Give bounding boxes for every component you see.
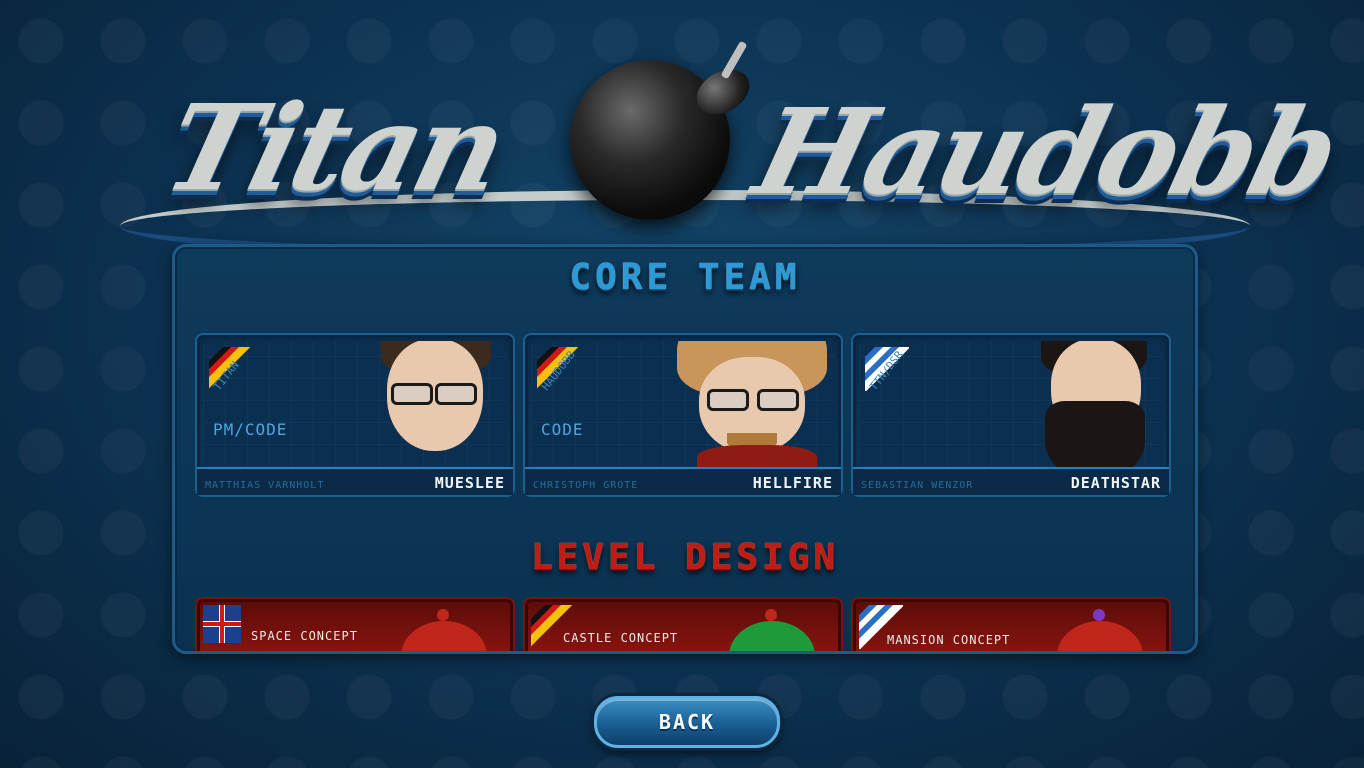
uk-flag-icon: [203, 605, 241, 643]
member-role: CODE: [541, 420, 584, 439]
avatar: [1035, 341, 1155, 467]
level-concept-label: MANSION CONCEPT: [887, 633, 1011, 647]
credits-panel[interactable]: CORE TEAM TITAN PM/CODE MATTHIAS VARNHOL…: [172, 244, 1198, 654]
helmet-knob-icon: [1093, 609, 1105, 621]
avatar: [373, 341, 493, 467]
card-background: HAUDOBB CODE: [531, 341, 835, 467]
level-design-card: SPACE CONCEPT: [195, 597, 515, 651]
helmet-icon: [401, 621, 487, 651]
card-namebar: CHRISTOPH GROTE HELLFIRE: [525, 467, 841, 495]
member-real-name: MATTHIAS VARNHOLT: [205, 480, 325, 491]
avatar: [677, 341, 827, 467]
member-role: PM/CODE: [213, 420, 288, 439]
logo-right-word: Haudobb: [742, 82, 1350, 221]
helmet-icon: [729, 621, 815, 651]
team-member-card: TITAN PM/CODE MATTHIAS VARNHOLT MUESLEE: [195, 333, 515, 497]
card-namebar: MATTHIAS VARNHOLT MUESLEE: [197, 467, 513, 495]
card-background: TITAN PM/CODE: [203, 341, 507, 467]
level-design-title: LEVEL DESIGN: [530, 537, 840, 578]
back-button[interactable]: BACK: [594, 696, 780, 748]
core-team-title: CORE TEAM: [569, 257, 801, 298]
helmet-knob-icon: [437, 609, 449, 621]
member-nickname: HELLFIRE: [752, 474, 833, 492]
member-real-name: CHRISTOPH GROTE: [533, 480, 639, 491]
card-background: TTN/DSR: [859, 341, 1163, 467]
member-nickname: MUESLEE: [434, 474, 505, 492]
team-member-card: TTN/DSR SEBASTIAN WENZOR DEATHSTAR: [851, 333, 1171, 497]
level-design-card: MANSION CONCEPT: [851, 597, 1171, 651]
level-concept-label: CASTLE CONCEPT: [563, 631, 679, 645]
card-namebar: SEBASTIAN WENZOR DEATHSTAR: [853, 467, 1169, 495]
level-concept-label: SPACE CONCEPT: [251, 629, 358, 643]
helmet-knob-icon: [765, 609, 777, 621]
member-real-name: SEBASTIAN WENZOR: [861, 480, 974, 491]
game-logo: Titan Haudobb: [120, 40, 1349, 262]
level-design-card: CASTLE CONCEPT: [523, 597, 843, 651]
team-member-card: HAUDOBB CODE CHRISTOPH GROTE HELLFIRE: [523, 333, 843, 497]
member-nickname: DEATHSTAR: [1070, 474, 1161, 492]
logo-left-word: Titan: [152, 78, 517, 217]
helmet-icon: [1057, 621, 1143, 651]
